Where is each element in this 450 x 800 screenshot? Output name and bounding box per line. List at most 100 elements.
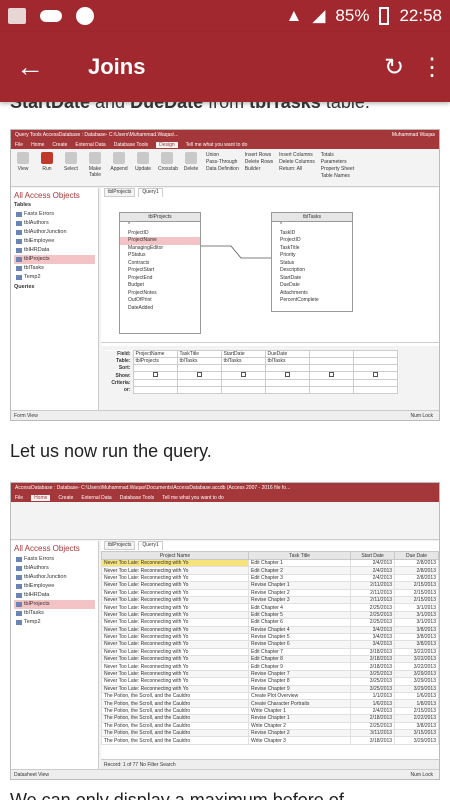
- table-cell[interactable]: Edit Chapter 8: [247, 655, 352, 664]
- field-row[interactable]: *: [120, 222, 200, 230]
- grid-sort-cell[interactable]: [264, 364, 310, 372]
- table-cell[interactable]: 1/8/2013: [394, 699, 439, 708]
- table-cell[interactable]: The Potion, the Scroll, and the Cauldro: [101, 728, 249, 738]
- table-row[interactable]: Never Too Late: Reconnecting with Yo Revi…: [101, 632, 439, 642]
- table-cell[interactable]: Revise Chapter 9: [247, 684, 352, 694]
- table-row[interactable]: The Potion, the Scroll, and the Cauldro R…: [101, 714, 439, 723]
- field-row[interactable]: ProjectEnd: [120, 275, 200, 283]
- table-cell[interactable]: Never Too Late: Reconnecting with Yo: [101, 684, 249, 694]
- table-cell[interactable]: Never Too Late: Reconnecting with Yo: [101, 618, 249, 627]
- field-row[interactable]: DateAdded: [120, 305, 200, 313]
- tblprojects-field-list[interactable]: tblProjects * ProjectID ProjectName Mana…: [119, 212, 201, 334]
- grid-sort-cell[interactable]: [220, 364, 266, 372]
- show-checkbox[interactable]: [152, 372, 158, 377]
- doc-tab-tblprojects[interactable]: tblProjects: [104, 541, 136, 550]
- table-cell[interactable]: 3/18/2013: [350, 647, 396, 657]
- nav-item[interactable]: tblTasks: [14, 609, 95, 618]
- table-cell[interactable]: Never Too Late: Reconnecting with Yo: [101, 625, 249, 634]
- column-header[interactable]: Due Date: [394, 551, 439, 560]
- field-row[interactable]: Contracts: [120, 260, 200, 268]
- field-row[interactable]: Priority: [272, 252, 352, 260]
- table-cell[interactable]: The Potion, the Scroll, and the Cauldro: [101, 736, 249, 745]
- field-row[interactable]: ProjectID: [272, 237, 352, 245]
- table-cell[interactable]: 2/11/2013: [350, 588, 396, 597]
- table-cell[interactable]: 3/11/2013: [350, 728, 396, 738]
- tab-external-data[interactable]: External Data: [81, 495, 111, 501]
- table-cell[interactable]: 2/8/2013: [394, 558, 439, 568]
- table-cell[interactable]: Never Too Late: Reconnecting with Yo: [101, 595, 249, 605]
- field-row[interactable]: Budget: [120, 282, 200, 290]
- refresh-icon[interactable]: ↻: [374, 53, 414, 82]
- table-cell[interactable]: The Potion, the Scroll, and the Cauldro: [101, 714, 249, 723]
- table-cell[interactable]: Write Chapter 1: [247, 706, 352, 716]
- table-cell[interactable]: 3/25/2013: [350, 669, 396, 679]
- table-cell[interactable]: 1/1/2013: [350, 692, 396, 701]
- grid-field-cell[interactable]: StartDate: [220, 350, 266, 358]
- grid-empty-cell[interactable]: [308, 364, 354, 372]
- table-cell[interactable]: Revise Chapter 1: [247, 714, 352, 723]
- column-header[interactable]: Start Date: [350, 551, 396, 560]
- pass-through-button[interactable]: Pass-Through: [206, 159, 239, 166]
- field-row[interactable]: StartDate: [272, 275, 352, 283]
- table-cell[interactable]: 3/29/2013: [394, 677, 439, 686]
- field-row[interactable]: Status: [272, 260, 352, 268]
- show-checkbox[interactable]: [240, 372, 246, 377]
- table-cell[interactable]: 3/22/2013: [394, 655, 439, 664]
- show-checkbox[interactable]: [284, 372, 290, 377]
- nav-queries-header[interactable]: Queries: [14, 284, 95, 290]
- grid-table-cell[interactable]: tblTasks: [176, 357, 222, 365]
- table-cell[interactable]: Never Too Late: Reconnecting with Yo: [101, 573, 249, 583]
- table-cell[interactable]: Never Too Late: Reconnecting with Yo: [101, 558, 249, 568]
- return-select[interactable]: Return: All: [279, 166, 315, 173]
- table-cell[interactable]: 3/25/2013: [350, 677, 396, 686]
- table-cell[interactable]: 2/25/2013: [350, 610, 396, 620]
- table-row[interactable]: Never Too Late: Reconnecting with Yo Revi…: [101, 625, 439, 634]
- table-row[interactable]: Never Too Late: Reconnecting with Yo Revi…: [101, 677, 439, 686]
- field-row[interactable]: *: [272, 222, 352, 230]
- table-names-button[interactable]: Table Names: [321, 173, 354, 180]
- table-cell[interactable]: The Potion, the Scroll, and the Cauldro: [101, 692, 249, 701]
- table-cell[interactable]: 3/22/2013: [394, 662, 439, 671]
- nav-title[interactable]: All Access Objects: [14, 191, 95, 200]
- field-row[interactable]: ManagingEditor: [120, 245, 200, 253]
- table-cell[interactable]: 2/15/2013: [394, 581, 439, 590]
- delete-columns-button[interactable]: Delete Columns: [279, 159, 315, 166]
- grid-empty-cell[interactable]: [352, 364, 398, 372]
- field-row[interactable]: TaskTitle: [272, 245, 352, 253]
- record-navigator[interactable]: Record: 1 of 77 No Filter Search: [101, 759, 439, 769]
- grid-field-cell[interactable]: DueDate: [264, 350, 310, 358]
- grid-field-cell[interactable]: TaskTitle: [176, 350, 222, 358]
- table-row[interactable]: Never Too Late: Reconnecting with Yo Edit…: [101, 566, 439, 575]
- table-cell[interactable]: 3/18/2013: [350, 662, 396, 671]
- table-cell[interactable]: 2/11/2013: [350, 581, 396, 590]
- table-cell[interactable]: Write Chapter 2: [247, 721, 352, 731]
- table-cell[interactable]: 2/22/2013: [394, 714, 439, 723]
- select-button[interactable]: Select: [62, 152, 80, 183]
- doc-tab-query1[interactable]: Query1: [138, 188, 163, 197]
- table-cell[interactable]: Edit Chapter 2: [247, 566, 352, 575]
- delete-button[interactable]: Delete: [182, 152, 200, 183]
- table-cell[interactable]: 3/29/2013: [394, 736, 439, 745]
- grid-sort-cell[interactable]: [132, 364, 178, 372]
- grid-empty-cell[interactable]: [308, 350, 354, 358]
- table-cell[interactable]: Revise Chapter 2: [247, 588, 352, 597]
- table-cell[interactable]: 3/8/2013: [394, 632, 439, 642]
- make-table-button[interactable]: Make Table: [86, 152, 104, 183]
- field-row-selected[interactable]: ProjectName: [120, 237, 200, 245]
- table-cell[interactable]: 1/6/2013: [350, 699, 396, 708]
- grid-criteria-cell[interactable]: [132, 379, 178, 387]
- table-cell[interactable]: Never Too Late: Reconnecting with Yo: [101, 640, 249, 649]
- field-row[interactable]: Description: [272, 267, 352, 275]
- table-cell[interactable]: Never Too Late: Reconnecting with Yo: [101, 610, 249, 620]
- nav-item[interactable]: Temp2: [14, 273, 95, 282]
- grid-table-cell[interactable]: tblTasks: [264, 357, 310, 365]
- table-cell[interactable]: Create Plot Overview: [247, 692, 352, 701]
- table-cell[interactable]: Edit Chapter 4: [247, 603, 352, 612]
- table-row[interactable]: Never Too Late: Reconnecting with Yo Edit…: [101, 662, 439, 671]
- table-cell[interactable]: The Potion, the Scroll, and the Cauldro: [101, 721, 249, 731]
- table-cell[interactable]: 3/8/2013: [394, 625, 439, 634]
- table-cell[interactable]: Never Too Late: Reconnecting with Yo: [101, 581, 249, 590]
- table-cell[interactable]: 3/25/2013: [350, 684, 396, 694]
- nav-item[interactable]: tblTasks: [14, 264, 95, 273]
- view-button[interactable]: View: [14, 152, 32, 183]
